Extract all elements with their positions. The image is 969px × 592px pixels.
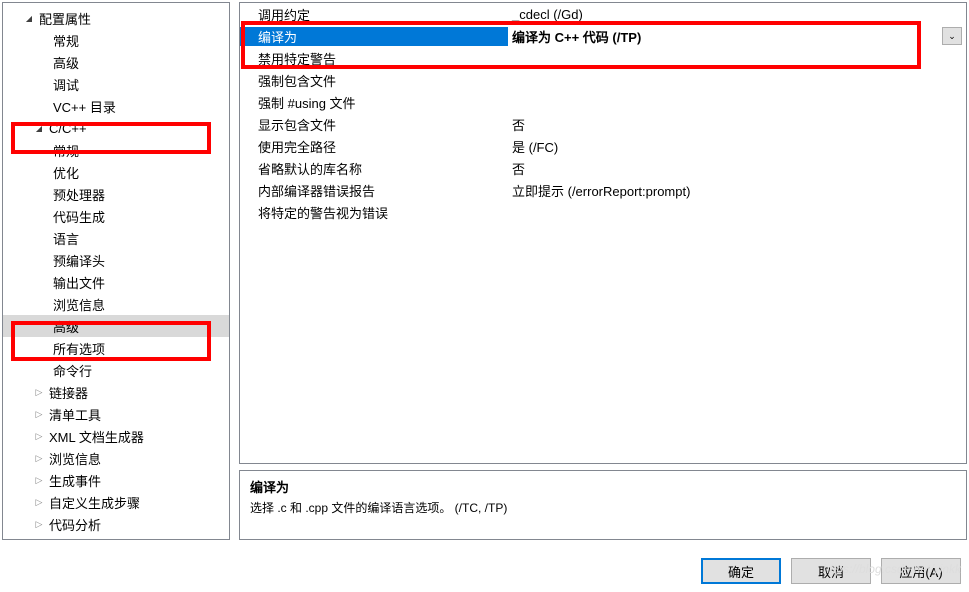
watermark-text: https://blog.csdn.net/yinkk — [823, 562, 961, 576]
prop-row-warn-as-error[interactable]: 将特定的警告视为错误 — [240, 201, 966, 223]
prop-row-omit-libnames[interactable]: 省略默认的库名称 否 — [240, 157, 966, 179]
expander-icon[interactable] — [23, 12, 35, 24]
expander-icon[interactable] — [33, 386, 45, 398]
expander-icon[interactable] — [33, 430, 45, 442]
tree-item-cpp-advanced[interactable]: 高级 — [3, 315, 229, 337]
prop-label: 省略默认的库名称 — [240, 159, 508, 178]
expander-icon[interactable] — [33, 496, 45, 508]
prop-row-compile-as[interactable]: 编译为 编译为 C++ 代码 (/TP) ⌄ — [240, 25, 966, 47]
prop-value: _cdecl (/Gd) — [508, 7, 966, 22]
dropdown-button[interactable]: ⌄ — [942, 27, 962, 45]
tree-node-linker[interactable]: 链接器 — [3, 381, 229, 403]
tree-item-cpp-pch[interactable]: 预编译头 — [3, 249, 229, 271]
property-grid: 调用约定 _cdecl (/Gd) 编译为 编译为 C++ 代码 (/TP) ⌄… — [239, 2, 967, 464]
tree-item-vcdir[interactable]: VC++ 目录 — [3, 95, 229, 117]
desc-text: 选择 .c 和 .cpp 文件的编译语言选项。 (/TC, /TP) — [250, 499, 956, 516]
prop-value: 是 (/FC) — [508, 137, 966, 156]
tree-item-cpp-all[interactable]: 所有选项 — [3, 337, 229, 359]
expander-icon[interactable] — [33, 122, 45, 134]
prop-label: 编译为 — [240, 27, 508, 46]
prop-row-disable-warnings[interactable]: 禁用特定警告 — [240, 47, 966, 69]
tree-item-cpp-browse[interactable]: 浏览信息 — [3, 293, 229, 315]
prop-label: 禁用特定警告 — [240, 49, 508, 68]
tree-node-ccpp[interactable]: C/C++ — [3, 117, 229, 139]
prop-label: 将特定的警告视为错误 — [240, 203, 508, 222]
prop-value: 立即提示 (/errorReport:prompt) — [508, 181, 966, 200]
prop-label: 使用完全路径 — [240, 137, 508, 156]
prop-row-full-paths[interactable]: 使用完全路径 是 (/FC) — [240, 135, 966, 157]
tree-node-xmldoc[interactable]: XML 文档生成器 — [3, 425, 229, 447]
description-box: 编译为 选择 .c 和 .cpp 文件的编译语言选项。 (/TC, /TP) — [239, 470, 967, 540]
tree-node-custombuild[interactable]: 自定义生成步骤 — [3, 491, 229, 513]
desc-title: 编译为 — [250, 477, 956, 496]
tree-item-cpp-cmdline[interactable]: 命令行 — [3, 359, 229, 381]
tree-node-manifest[interactable]: 清单工具 — [3, 403, 229, 425]
tree-item-cpp-opt[interactable]: 优化 — [3, 161, 229, 183]
tree-node-config-props[interactable]: 配置属性 — [3, 7, 229, 29]
tree-item-cpp-output[interactable]: 输出文件 — [3, 271, 229, 293]
prop-row-show-includes[interactable]: 显示包含文件 否 — [240, 113, 966, 135]
prop-value: 否 — [508, 115, 966, 134]
tree-item-cpp-preproc[interactable]: 预处理器 — [3, 183, 229, 205]
prop-label: 强制包含文件 — [240, 71, 508, 90]
prop-label: 强制 #using 文件 — [240, 93, 508, 112]
ok-button[interactable]: 确定 — [701, 558, 781, 584]
expander-icon[interactable] — [33, 474, 45, 486]
tree-item-cpp-general[interactable]: 常规 — [3, 139, 229, 161]
prop-value: 否 — [508, 159, 966, 178]
prop-label: 内部编译器错误报告 — [240, 181, 508, 200]
expander-icon[interactable] — [33, 452, 45, 464]
tree-node-buildevents[interactable]: 生成事件 — [3, 469, 229, 491]
chevron-down-icon: ⌄ — [948, 31, 956, 42]
tree-item-advanced[interactable]: 高级 — [3, 51, 229, 73]
tree-label: C/C++ — [47, 121, 87, 136]
expander-icon[interactable] — [33, 408, 45, 420]
tree-item-general[interactable]: 常规 — [3, 29, 229, 51]
prop-row-calling-convention[interactable]: 调用约定 _cdecl (/Gd) — [240, 3, 966, 25]
prop-label: 显示包含文件 — [240, 115, 508, 134]
prop-row-error-report[interactable]: 内部编译器错误报告 立即提示 (/errorReport:prompt) — [240, 179, 966, 201]
config-tree-panel: 配置属性 常规 高级 调试 VC++ 目录 C/C++ 常规 优化 预处理器 代… — [2, 2, 230, 540]
tree-item-cpp-lang[interactable]: 语言 — [3, 227, 229, 249]
tree-item-cpp-codegen[interactable]: 代码生成 — [3, 205, 229, 227]
prop-row-force-include[interactable]: 强制包含文件 — [240, 69, 966, 91]
tree-item-debug[interactable]: 调试 — [3, 73, 229, 95]
prop-label: 调用约定 — [240, 5, 508, 24]
tree-label: 配置属性 — [37, 9, 91, 28]
prop-value: 编译为 C++ 代码 (/TP) — [508, 27, 942, 46]
prop-row-force-using[interactable]: 强制 #using 文件 — [240, 91, 966, 113]
tree-node-codeanalysis[interactable]: 代码分析 — [3, 513, 229, 535]
expander-icon[interactable] — [33, 518, 45, 530]
tree-node-browseinfo[interactable]: 浏览信息 — [3, 447, 229, 469]
